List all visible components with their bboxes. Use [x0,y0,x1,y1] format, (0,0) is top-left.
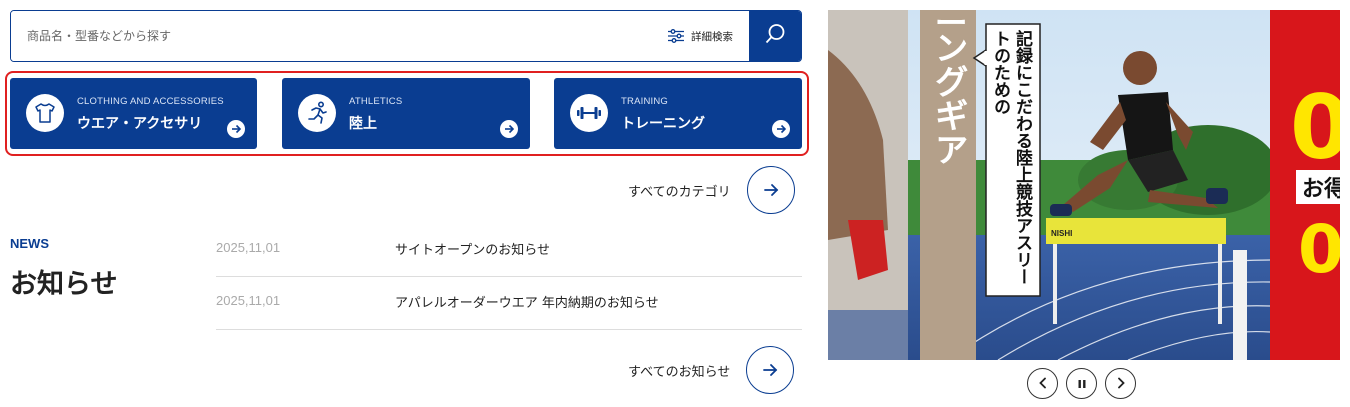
search-bar: 詳細検索 [10,10,802,62]
runner-icon [298,94,336,132]
category-sub-label: CLOTHING AND ACCESSORIES [77,96,224,107]
category-label: トレーニング [621,116,705,132]
arrow-right-icon [227,120,245,138]
news-heading: お知らせ [10,269,118,300]
arrow-right-icon [500,120,518,138]
all-categories-link[interactable]: すべてのカテゴリ [628,166,795,214]
arrow-right-icon [772,120,790,138]
search-icon [764,23,786,49]
hurdle-text: NISHI [1051,229,1072,238]
chevron-left-icon [1038,374,1048,393]
chevron-right-icon [1116,374,1126,393]
news-title: アパレルオーダーウエア 年内納期のお知らせ [395,296,659,311]
category-sub-label: ATHLETICS [349,96,403,107]
filter-sliders-icon [667,29,685,43]
category-label: ウエア・アクセサリ [77,116,203,132]
carousel-next-button[interactable] [1105,368,1136,399]
search-button[interactable] [749,11,801,61]
news-item[interactable]: 2025,11,01 アパレルオーダーウエア 年内納期のお知らせ [216,277,802,330]
category-card-clothing[interactable]: CLOTHING AND ACCESSORIES ウエア・アクセサリ [10,78,257,149]
carousel-pause-button[interactable] [1066,368,1097,399]
carousel-controls [1027,368,1136,399]
news-item[interactable]: 2025,11,01 サイトオープンのお知らせ [216,224,802,277]
all-news-label: すべてのお知らせ [628,364,731,380]
next-slide-text: お得 [1302,176,1340,202]
news-date: 2025,11,01 [216,293,281,308]
dumbbell-icon [570,94,608,132]
next-slide-text: 0 [1290,76,1340,179]
news-date: 2025,11,01 [216,240,281,255]
pause-icon [1077,374,1087,393]
category-label: 陸上 [349,116,377,132]
all-categories-label: すべてのカテゴリ [628,184,731,200]
arrow-right-icon [746,346,795,394]
news-label: NEWS [10,236,49,251]
category-card-training[interactable]: TRAINING トレーニング [554,78,802,149]
carousel-prev-button[interactable] [1027,368,1058,399]
tshirt-icon [26,94,64,132]
advanced-search-label: 詳細検索 [691,30,733,43]
search-input[interactable] [11,11,651,61]
advanced-search-link[interactable]: 詳細検索 [651,11,749,61]
banner-callout: 記録にこだわる陸上競技アスリートのための [990,30,1032,285]
arrow-right-icon [746,166,795,214]
hero-banner[interactable]: NISHI トレーニングギア 記録にこだわる陸上競技アスリートのための 0 お得… [828,10,1340,360]
news-title: サイトオープンのお知らせ [395,243,550,258]
banner-vertical-title: トレーニングギア [928,10,968,166]
next-slide-text: 0 [1298,211,1340,288]
category-card-athletics[interactable]: ATHLETICS 陸上 [282,78,530,149]
category-sub-label: TRAINING [621,96,668,107]
all-news-link[interactable]: すべてのお知らせ [628,346,795,394]
